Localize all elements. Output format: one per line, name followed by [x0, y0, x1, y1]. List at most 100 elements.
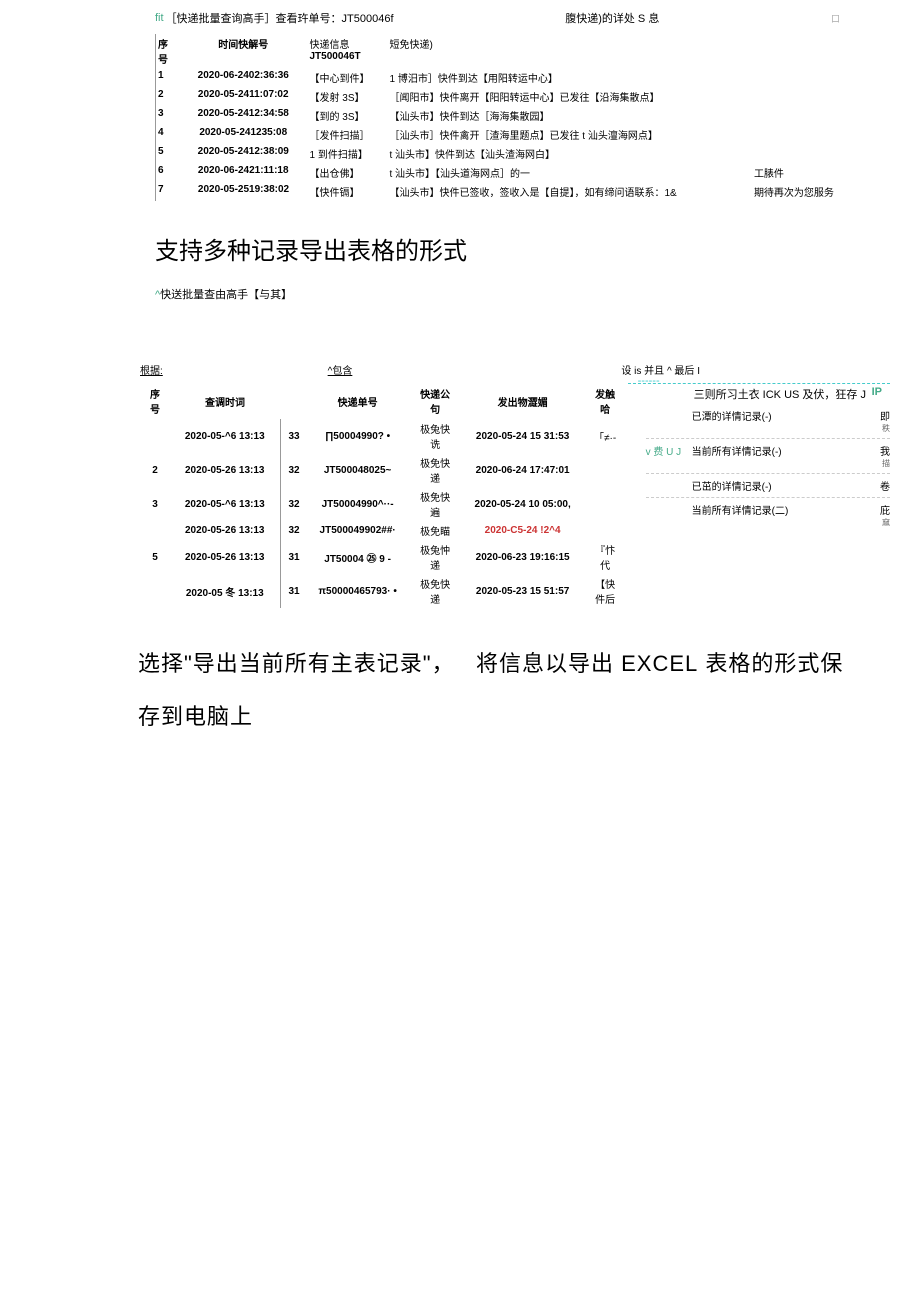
- row-desc: ［汕头市］快件禽开［渣海里题点】已发往 t 汕头澶海网点】: [384, 125, 748, 144]
- row-tag: 【快件镉】: [304, 182, 384, 201]
- title-text: ［快递批量查询高手］查看玝单号：JT500046f: [166, 10, 394, 26]
- row-time: 2020-05-241235:08: [184, 125, 304, 144]
- fit-label: fit: [155, 12, 164, 24]
- row-company: 极免快递: [408, 574, 463, 608]
- row-idx: 2: [140, 453, 170, 487]
- menu-item[interactable]: v 费 U J当前所有详情记录(-)我描: [646, 438, 890, 473]
- table-row[interactable]: 72020-05-2519:38:02【快件镉】【汕头市】快件已签收，签收入是【…: [156, 182, 861, 201]
- row-contact: [583, 453, 628, 487]
- row-contact: 【快件后: [583, 574, 628, 608]
- section-heading: 支持多种记录导出表格的形式: [0, 211, 920, 286]
- table-row[interactable]: 52020-05-2412:38:091 到件扫描】t 汕头市】快件到达【汕头渣…: [156, 144, 861, 163]
- table-row[interactable]: 12020-06-2402:36:36【中心到件】1 博汨市］快件到达【用阳转运…: [156, 68, 861, 87]
- table-row[interactable]: 2020-05 冬 13:1331π50000465793· •极免快递2020…: [140, 574, 628, 608]
- filter-condition[interactable]: 设 is 并且 ^ 最后 I: [500, 362, 700, 377]
- row-time: 2020-06-2402:36:36: [184, 68, 304, 87]
- menu-item-suffix: 庇窳: [870, 502, 890, 528]
- row-time: 2020-05-26 13:13: [170, 521, 280, 540]
- row-sent: 2020-05-24 10 05:00,: [463, 487, 583, 521]
- row-time: 2020-05-2411:07:02: [184, 87, 304, 106]
- table-row[interactable]: 22020-05-2411:07:02【发射 3S】［闻阳市】快件离开【阳阳转运…: [156, 87, 861, 106]
- row-time: 2020-05-^6 13:13: [170, 419, 280, 453]
- row-idx: 5: [156, 144, 184, 163]
- row-desc: 1 博汨市］快件到达【用阳转运中心】: [384, 68, 748, 87]
- row-time: 2020-05-26 13:13: [170, 453, 280, 487]
- filter-include[interactable]: ^包含: [180, 362, 500, 377]
- menu-title: 三则所习土衣 ICK US 及伏，狂存 J IP: [694, 386, 890, 402]
- row-desc: 【汕头市】快件到达［海海集散园】: [384, 106, 748, 125]
- row-idx: 4: [156, 125, 184, 144]
- table-row[interactable]: 42020-05-241235:08［发件扫描］［汕头市］快件禽开［渣海里题点】…: [156, 125, 861, 144]
- col-desc-header: 短免快递): [384, 34, 748, 68]
- row-desc: 【汕头市】快件已签收，签收入是【自提】，如有缔问语联系：1&: [384, 182, 748, 201]
- row-idx: 1: [156, 68, 184, 87]
- menu-item-suffix: 即秩: [870, 408, 890, 434]
- row-sent: 2020-06-23 19:16:15: [463, 540, 583, 574]
- instruction-text: 选择"导出当前所有主表记录"， 将信息以导出 EXCEL 表格的形式保 存到电脑…: [0, 628, 920, 744]
- row-extra: 工脿件: [748, 163, 860, 182]
- records-header-row: 序号查调时词快递单号快递公句发出物澀媚发触哈: [140, 383, 628, 419]
- row-idx: 6: [156, 163, 184, 182]
- col-header: 快递单号: [308, 383, 408, 419]
- row-desc: ［闻阳市】快件离开【阳阳转运中心】已发往【沿海集散点】: [384, 87, 748, 106]
- menu-item-suffix: 卷: [870, 478, 890, 493]
- table-row[interactable]: 2020-05-26 13:1332JT500049902##·极免瞄2020-…: [140, 521, 628, 540]
- col-header: 查调时词: [170, 383, 280, 419]
- tracking-events-table: 序号 时间快解号 快递信息 JT500046T 短免快递) 12020-06-2…: [155, 34, 860, 201]
- row-code: 31: [280, 574, 308, 608]
- row-company: 极兔快诜: [408, 419, 463, 453]
- row-contact: [583, 487, 628, 521]
- row-extra: [748, 106, 860, 125]
- row-company: 极兔忡递: [408, 540, 463, 574]
- title-mid: 腹快递)的详处 S 息: [394, 10, 831, 26]
- context-menu[interactable]: ------ 三则所习土衣 ICK US 及伏，狂存 J IP 已潭的详情记录(…: [628, 383, 890, 608]
- row-number: JT500049902##·: [308, 521, 408, 540]
- export-table-window: 根据: ^包含 设 is 并且 ^ 最后 I 序号查调时词快递单号快递公句发出物…: [0, 362, 920, 628]
- detail-titlebar: fit ［快递批量查询高手］查看玝单号：JT500046f 腹快递)的详处 S …: [155, 10, 860, 26]
- menu-item-prefix: [646, 502, 692, 528]
- col-header: 发出物澀媚: [463, 383, 583, 419]
- menu-item-label: 已茁的详情记录(-): [692, 478, 870, 493]
- filter-bar: 根据: ^包含 设 is 并且 ^ 最后 I: [140, 362, 890, 377]
- row-tag: 【出仓佛】: [304, 163, 384, 182]
- row-tag: 【中心到件】: [304, 68, 384, 87]
- table-row[interactable]: 22020-05-26 13:1332JT500048025~极免快递2020-…: [140, 453, 628, 487]
- col-header: 发触哈: [583, 383, 628, 419]
- menu-item-label: 当前所有详情记录(-): [692, 443, 870, 469]
- menu-item[interactable]: 已茁的详情记录(-)卷: [646, 473, 890, 497]
- table-row[interactable]: 52020-05-26 13:1331JT50004 ㉕ 9 -极兔忡递2020…: [140, 540, 628, 574]
- menu-item-label: 当前所有详情记录(二): [692, 502, 870, 528]
- row-extra: [748, 87, 860, 106]
- col-header: 快递公句: [408, 383, 463, 419]
- row-idx: 7: [156, 182, 184, 201]
- row-sent: 2020-05-23 15 51:57: [463, 574, 583, 608]
- col-info-header: 快递信息 JT500046T: [304, 34, 384, 68]
- row-number: ∏50004990? •: [308, 419, 408, 453]
- row-tag: 1 到件扫描】: [304, 144, 384, 163]
- table-header-row: 序号 时间快解号 快递信息 JT500046T 短免快递): [156, 34, 861, 68]
- row-number: JT50004 ㉕ 9 -: [308, 540, 408, 574]
- row-contact: 『忭代: [583, 540, 628, 574]
- row-time: 2020-05-2412:34:58: [184, 106, 304, 125]
- subtitle-line: ^快送批量查由高手【与其】: [0, 286, 920, 362]
- menu-item-prefix: [646, 408, 692, 434]
- table-row[interactable]: 32020-05-2412:34:58【到的 3S】【汕头市】快件到达［海海集散…: [156, 106, 861, 125]
- table-row[interactable]: 32020-05-^6 13:1332JT50004990^··-极免快遍202…: [140, 487, 628, 521]
- col-header: 序号: [140, 383, 170, 419]
- row-idx: [140, 521, 170, 540]
- row-time: 2020-05 冬 13:13: [170, 574, 280, 608]
- table-row[interactable]: 62020-06-2421:11:18【出仓佛】t 汕头市】【汕头道海网点］的一…: [156, 163, 861, 182]
- row-time: 2020-05-^6 13:13: [170, 487, 280, 521]
- row-time: 2020-05-26 13:13: [170, 540, 280, 574]
- filter-label-left: 根据:: [140, 362, 180, 377]
- row-tag: 【发射 3S】: [304, 87, 384, 106]
- row-idx: 3: [156, 106, 184, 125]
- row-extra: [748, 68, 860, 87]
- table-row[interactable]: 2020-05-^6 13:1333∏50004990? •极兔快诜2020-0…: [140, 419, 628, 453]
- window-control-icon[interactable]: 口: [831, 12, 840, 25]
- menu-item[interactable]: 已潭的详情记录(-)即秩: [646, 404, 890, 438]
- row-idx: 2: [156, 87, 184, 106]
- col-time-header: 时间快解号: [184, 34, 304, 68]
- menu-item[interactable]: 当前所有详情记录(二)庇窳: [646, 497, 890, 532]
- col-header: [280, 383, 308, 419]
